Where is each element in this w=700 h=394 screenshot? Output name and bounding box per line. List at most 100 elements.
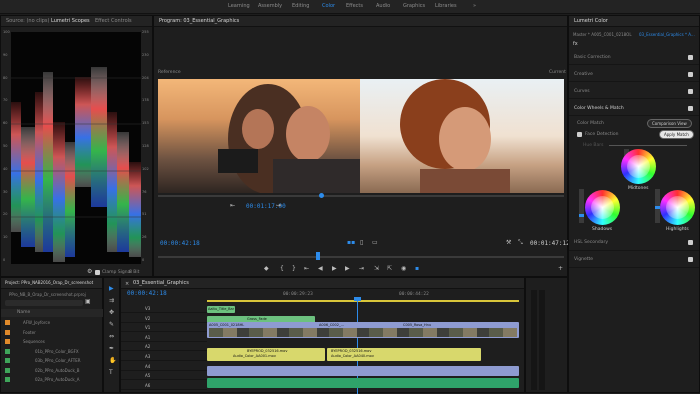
workspace-color[interactable]: Color: [322, 3, 335, 9]
track-header[interactable]: A5: [121, 371, 207, 381]
workspace-editing[interactable]: Editing: [292, 3, 309, 9]
midtones-color-wheel[interactable]: [621, 149, 656, 184]
program-scrub-bar[interactable]: [158, 256, 564, 258]
workspace-learning[interactable]: Learning: [228, 3, 250, 9]
section-hsl-secondary[interactable]: HSL Secondary: [569, 234, 699, 251]
split-view-icon[interactable]: ▭: [372, 240, 378, 246]
section-creative[interactable]: Creative: [569, 65, 699, 82]
track-header[interactable]: A1: [121, 333, 207, 342]
workspace-graphics[interactable]: Graphics: [403, 3, 425, 9]
v1-clip-strip[interactable]: A005_C001_0218HL A006_C002_... C005_Rosa…: [207, 322, 519, 338]
face-detection-checkbox[interactable]: [577, 132, 582, 137]
new-bin-icon[interactable]: ▣: [85, 299, 91, 305]
section-basic-correction[interactable]: Basic Correction: [569, 48, 699, 65]
go-to-in-icon[interactable]: ⇤: [304, 266, 309, 272]
wrench-icon[interactable]: ⚙: [87, 269, 92, 275]
tab-source[interactable]: Source: (no clips): [6, 18, 49, 24]
step-forward-icon[interactable]: ▶: [345, 266, 350, 272]
sequence-clip-select[interactable]: 03_Essential_Graphics * A...: [639, 32, 695, 37]
master-clip-select[interactable]: Master * A005_C001_0218OL: [573, 32, 632, 37]
timeline-timecode[interactable]: 00:00:42:18: [127, 290, 167, 297]
add-button-icon[interactable]: +: [558, 266, 563, 272]
playhead-handle[interactable]: [354, 297, 361, 301]
track-header[interactable]: A4: [121, 362, 207, 371]
track-header[interactable]: V2: [121, 314, 207, 323]
workspace-effects[interactable]: Effects: [346, 3, 363, 9]
section-toggle-checkbox[interactable]: [688, 89, 693, 94]
section-vignette[interactable]: Vignette: [569, 251, 699, 268]
mark-out-icon[interactable]: }: [292, 266, 296, 272]
tab-timeline[interactable]: 03_Essential_Graphics: [133, 280, 189, 286]
section-toggle-checkbox[interactable]: [688, 106, 693, 111]
hand-tool-icon[interactable]: ✋: [109, 358, 116, 364]
bit-depth-select[interactable]: 8 Bit: [129, 270, 139, 275]
mark-in-icon[interactable]: {: [280, 266, 284, 272]
project-list-item[interactable]: 02a_PPro_AutoDuck_A: [1, 375, 104, 384]
section-toggle-checkbox[interactable]: [688, 55, 693, 60]
project-list-item[interactable]: 03b_PPro_Color_AFTER: [1, 356, 104, 365]
add-marker-icon[interactable]: ◆: [264, 266, 269, 272]
settings-wrench-icon[interactable]: ⚒: [506, 240, 511, 246]
ripple-edit-tool-icon[interactable]: ✥: [109, 310, 114, 316]
audio-clip-2[interactable]: BYEPROD_032516.mov Audio_Color_AA040.mov: [327, 348, 481, 361]
tab-program[interactable]: Program: 03_Essential_Graphics: [159, 18, 239, 24]
workspace-libraries[interactable]: Libraries: [435, 3, 457, 9]
work-area-bar[interactable]: [207, 300, 519, 302]
project-list-item[interactable]: AFW_Joyforce: [1, 318, 104, 327]
fit-dropdown-icon[interactable]: ⤡: [518, 240, 523, 246]
audio-clip-1[interactable]: BYEPROD_032516.mov Audio_Color_AA001.mov: [207, 348, 325, 361]
reference-scrub-bar[interactable]: [158, 195, 564, 197]
track-header[interactable]: A3: [121, 352, 207, 361]
step-back-icon[interactable]: ◀: [318, 266, 323, 272]
tab-lumetri-scopes[interactable]: Lumetri Scopes: [51, 18, 90, 24]
section-toggle-checkbox[interactable]: [688, 240, 693, 245]
comparison-mode-icon[interactable]: ▪▪: [347, 240, 355, 246]
reference-playhead[interactable]: [319, 193, 324, 198]
type-tool-icon[interactable]: T: [109, 370, 113, 376]
track-header[interactable]: A6: [121, 381, 207, 390]
track-select-tool-icon[interactable]: ⇉: [109, 298, 114, 304]
tab-effect-controls[interactable]: Effect Controls: [95, 18, 132, 24]
tab-project[interactable]: Project: PPro_NAB2016_Orap_Dr_screenshot: [5, 280, 93, 285]
shadows-slider[interactable]: [579, 189, 584, 223]
next-edit-icon[interactable]: ⇥: [276, 203, 281, 209]
program-playhead[interactable]: [316, 252, 320, 260]
audio-clip-3[interactable]: [207, 366, 519, 376]
hue-bars-slider[interactable]: [609, 145, 687, 146]
tab-lumetri-color[interactable]: Lumetri Color: [574, 18, 608, 24]
project-list-item[interactable]: Sequences: [1, 337, 104, 346]
side-by-side-icon[interactable]: ▯: [360, 240, 363, 246]
workspace-assembly[interactable]: Assembly: [258, 3, 282, 9]
section-toggle-checkbox[interactable]: [688, 257, 693, 262]
section-color-wheels[interactable]: Color Wheels & Match: [569, 99, 699, 116]
shadows-slider-handle[interactable]: [579, 214, 584, 217]
comparison-view-icon[interactable]: ▪: [415, 266, 419, 272]
export-frame-icon[interactable]: ◉: [401, 266, 406, 272]
shadows-color-wheel[interactable]: [585, 190, 620, 225]
program-timecode[interactable]: 00:00:42:18: [160, 240, 200, 247]
track-header[interactable]: V1: [121, 323, 207, 333]
close-icon[interactable]: ×: [125, 281, 129, 287]
project-list-item[interactable]: 02b_PPro_AutoDuck_B: [1, 366, 104, 375]
go-to-out-icon[interactable]: ⇥: [359, 266, 364, 272]
insert-icon[interactable]: ⇲: [374, 266, 379, 272]
apply-match-button[interactable]: Apply Match: [659, 130, 694, 139]
name-column-header[interactable]: Name: [17, 310, 30, 315]
play-icon[interactable]: ▶: [332, 266, 337, 272]
project-search-input[interactable]: [5, 300, 83, 306]
section-curves[interactable]: Curves: [569, 82, 699, 99]
highlights-color-wheel[interactable]: [660, 190, 695, 225]
project-list-item[interactable]: 01b_PPro_Color_BGFX: [1, 347, 104, 356]
project-list-item[interactable]: Footer: [1, 328, 104, 337]
more-workspaces-chevron-icon[interactable]: »: [473, 3, 476, 9]
music-track-clip[interactable]: [207, 378, 519, 388]
track-header[interactable]: V3: [121, 304, 207, 313]
pen-tool-icon[interactable]: ✒: [109, 346, 114, 352]
previous-edit-icon[interactable]: ⇤: [230, 203, 235, 209]
comparison-view-button[interactable]: Comparison View: [647, 119, 692, 128]
razor-tool-icon[interactable]: ✎: [109, 322, 114, 328]
overwrite-icon[interactable]: ⇱: [387, 266, 392, 272]
selection-tool-icon[interactable]: ▶: [109, 286, 114, 292]
clamp-signal-checkbox[interactable]: [95, 270, 100, 275]
section-toggle-checkbox[interactable]: [688, 72, 693, 77]
